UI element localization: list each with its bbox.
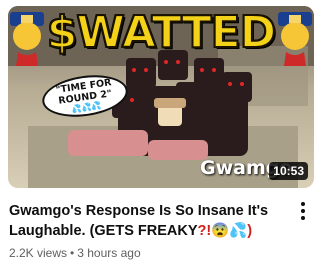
more-dot xyxy=(301,209,305,213)
video-thumbnail[interactable]: $WATTED "TIME FOR ROUND 2" 💦💦💦 Gwamgo 10… xyxy=(8,6,314,188)
meta-separator: • xyxy=(70,246,75,260)
video-card[interactable]: $WATTED "TIME FOR ROUND 2" 💦💦💦 Gwamgo 10… xyxy=(0,0,323,273)
duration-badge: 10:53 xyxy=(269,162,308,180)
more-dot xyxy=(301,202,305,206)
video-title-emoji: ?!😨💦) xyxy=(197,223,253,239)
video-title[interactable]: Gwamgo's Response Is So Insane It's Laug… xyxy=(9,201,289,241)
video-metadata: 2.2K views • 3 hours ago xyxy=(9,246,141,260)
more-vert-icon[interactable] xyxy=(296,200,310,222)
upload-age: 3 hours ago xyxy=(77,246,141,260)
view-count: 2.2K views xyxy=(9,246,68,260)
thumbnail-headline: $WATTED xyxy=(46,7,277,59)
more-dot xyxy=(301,216,305,220)
